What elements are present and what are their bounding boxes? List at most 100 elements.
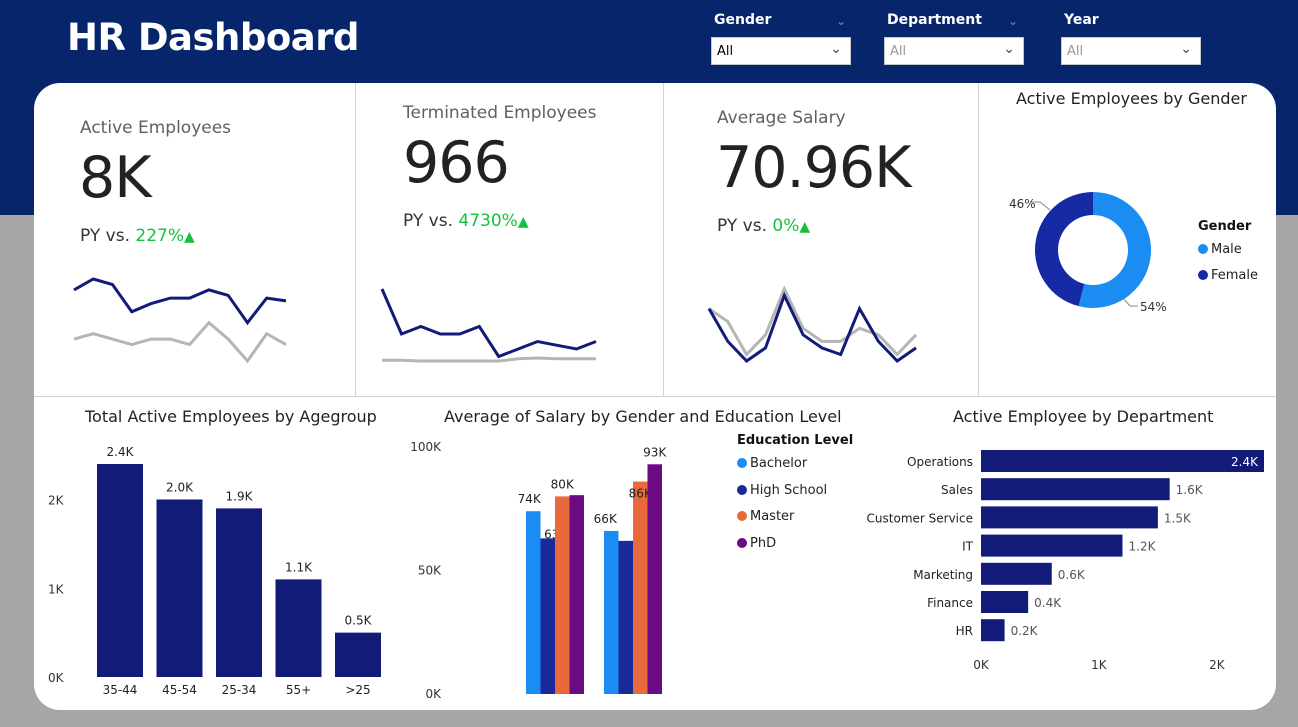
bar-data-label: 2.4K [107,445,135,459]
legend-dot-icon [1198,244,1208,254]
legend-label: Male [1211,242,1242,257]
kpi-py-prefix: PY vs. [403,211,459,231]
bar[interactable] [216,508,262,677]
chevron-down-icon[interactable]: ⌄ [1180,41,1192,57]
kpi-value: 966 [403,130,510,196]
bar[interactable] [981,534,1123,557]
x-tick-label: 2K [1209,658,1226,672]
legend-item-male[interactable]: Male [1198,242,1242,257]
legend-label: Bachelor [750,456,808,471]
chevron-down-icon[interactable]: ⌄ [1003,41,1015,57]
bar[interactable] [526,511,541,694]
agegroup-bar-chart[interactable]: 0K 1K 2K 2.4K 35-44 2.0K 45-54 1.9K 25-34 1.1K 55+… [40,430,390,710]
page-title: HR Dashboard [67,16,360,59]
chevron-down-icon[interactable]: ⌄ [830,41,842,57]
gender-donut-chart[interactable]: 46% 54% [990,180,1190,320]
bar-data-label: 66K [594,512,618,526]
sparkline-current-year [73,277,287,326]
bar[interactable] [569,495,585,694]
legend-label: PhD [750,536,777,551]
filter-year-select[interactable]: All ⌄ [1061,37,1201,65]
divider [978,83,979,396]
bar[interactable] [156,499,203,678]
kpi-py-prefix: PY vs. [717,216,773,236]
kpi-py-value: 0% [772,216,800,236]
legend-item-female[interactable]: Female [1198,268,1258,283]
filter-year-value: All [1067,44,1084,59]
legend-dot-icon [737,538,747,548]
bar[interactable] [633,481,648,694]
gender-legend-title: Gender [1198,219,1252,234]
legend-label: High School [750,483,828,498]
chevron-down-icon[interactable]: ⌄ [836,14,846,28]
bar[interactable] [540,538,556,694]
bar[interactable] [275,579,322,677]
bar[interactable] [981,478,1170,501]
bar[interactable] [604,530,619,694]
bar-data-label: 0.5K [345,614,373,628]
bar-data-label: 1.1K [285,560,313,574]
trend-up-icon: ▲ [517,214,529,230]
filter-year-label: Year [1064,12,1099,28]
sparkline-prior-year [382,356,596,363]
data-label-female: 46% [1009,197,1036,211]
sparkline [707,285,918,363]
department-bar-chart[interactable]: Operations 2.4K Sales 1.6K Customer Service 1… [860,440,1270,680]
agegroup-chart-title: Total Active Employees by Agegroup [85,407,377,426]
legend-item-master[interactable]: Master [737,509,794,524]
salary-chart-title: Average of Salary by Gender and Educatio… [444,407,842,426]
bar-data-label: 0.2K [1011,624,1039,638]
category-label: HR [956,624,973,638]
sparkline [73,277,287,364]
x-tick-label: >25 [345,683,370,697]
bar[interactable] [647,464,663,694]
category-label: Sales [941,483,973,497]
bar[interactable] [335,632,381,677]
legend-label: Master [750,509,795,524]
divider [34,396,1276,397]
x-tick-label: 35-44 [103,683,138,697]
kpi-py-value: 227% [135,226,185,246]
kpi-py-prefix: PY vs. [80,226,136,246]
legend-item-bachelor[interactable]: Bachelor [737,456,807,471]
trend-up-icon: ▲ [799,219,811,235]
sparkline-prior-year [73,320,287,364]
y-tick-label: 2K [48,494,65,508]
sparkline [380,288,597,363]
legend-item-high-school[interactable]: High School [737,483,827,498]
category-label: IT [962,540,974,554]
chevron-down-icon[interactable]: ⌄ [1008,14,1018,28]
bar-data-label: 0.4K [1034,596,1062,610]
filter-department-select[interactable]: All ⌄ [884,37,1024,65]
bar[interactable] [981,506,1158,529]
department-chart-title: Active Employee by Department [953,407,1214,426]
bar-data-label: 0.6K [1058,568,1086,582]
category-label: Customer Service [867,511,973,525]
bar-data-label: 1.6K [1176,483,1204,497]
bar[interactable] [618,540,634,694]
kpi-py-comparison: PY vs. 4730%▲ [403,211,529,231]
bar[interactable] [981,562,1052,585]
y-tick-label: 0K [48,671,65,685]
data-label-male: 54% [1140,300,1167,314]
bar-data-label: 74K [518,492,542,506]
divider [663,83,664,396]
sparkline-current-year [380,288,597,359]
bar[interactable] [555,496,570,694]
kpi-value: 8K [79,145,152,211]
bar[interactable] [981,591,1029,613]
bar[interactable] [981,619,1005,642]
x-tick-label: 0K [973,658,990,672]
salary-education-bar-chart[interactable]: 0K50K100K74K63K80K66K86K93K [405,430,705,710]
bar[interactable] [97,464,143,677]
filter-gender-select[interactable]: All ⌄ [711,37,851,65]
legend-item-phd[interactable]: PhD [737,536,776,551]
filter-department-label: Department [887,12,982,28]
filter-gender-value: All [717,44,734,59]
y-tick-label: 0K [425,687,442,701]
kpi-label: Terminated Employees [403,103,597,123]
x-tick-label: 45-54 [162,683,197,697]
bar[interactable] [981,450,1264,472]
kpi-value: 70.96K [716,135,912,201]
kpi-py-value: 4730% [458,211,518,231]
